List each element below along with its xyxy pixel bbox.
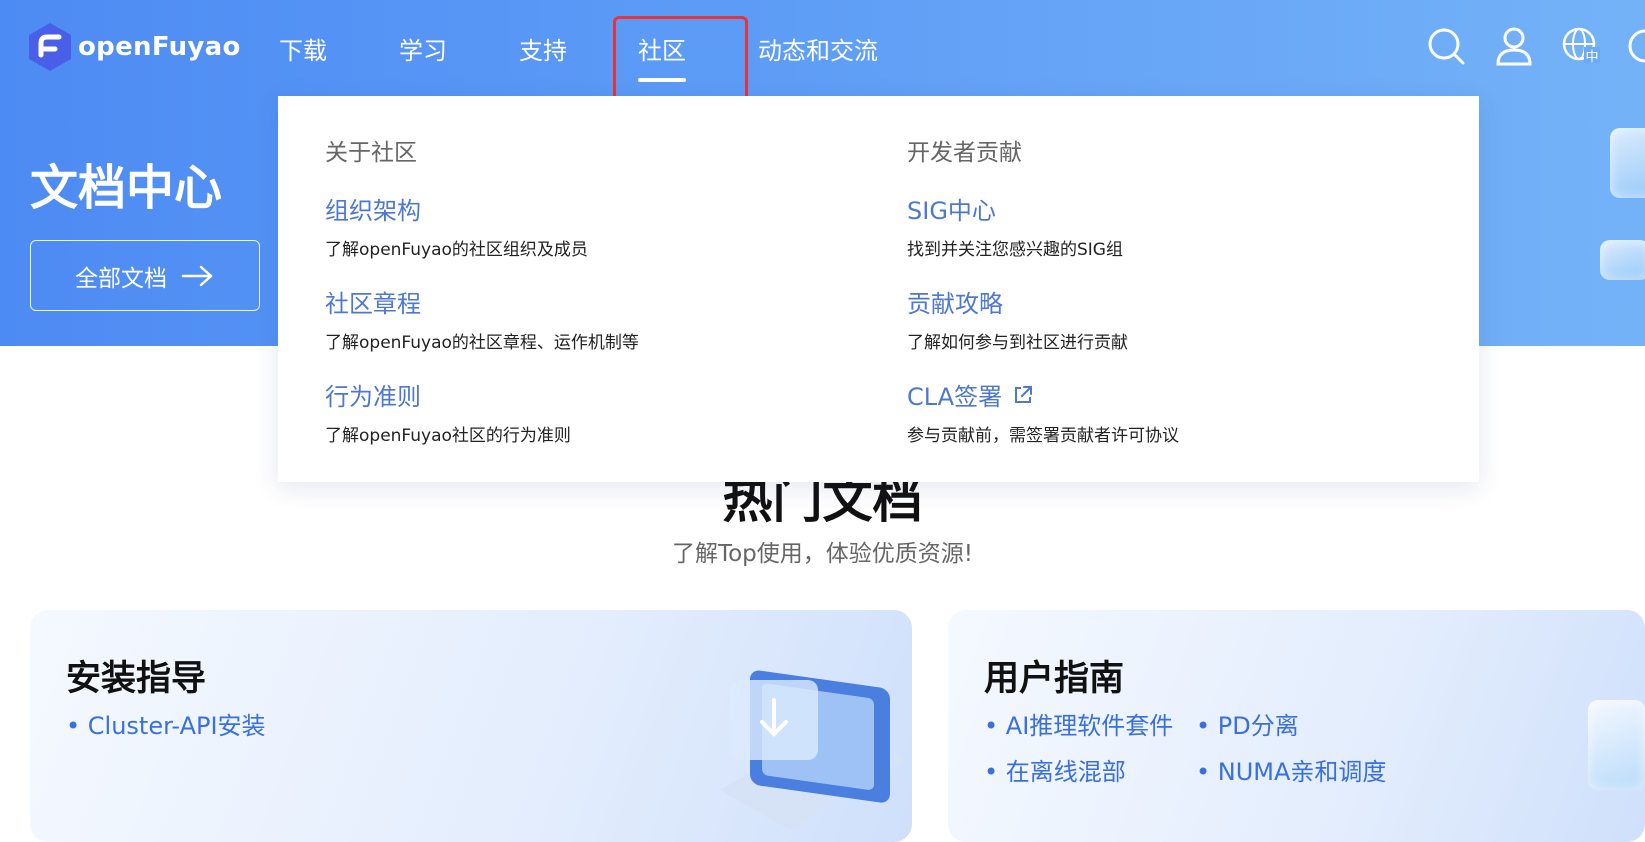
card-link-cluster-api[interactable]: • Cluster-API安装 (66, 706, 266, 741)
menu-item-cla-label: CLA签署 (907, 383, 1003, 411)
svg-text:中: 中 (1585, 50, 1598, 65)
logo-text: openFuyao (78, 32, 241, 62)
decorative-cube (1588, 700, 1645, 790)
card-install-guide[interactable]: 安装指导 • Cluster-API安装 (30, 610, 912, 842)
all-docs-label: 全部文档 (75, 265, 167, 292)
menu-item-contribution-guide[interactable]: 贡献攻略 (907, 284, 1003, 319)
page-title: 文档中心 (30, 160, 223, 216)
menu-item-desc: 参与贡献前，需签署贡献者许可协议 (907, 426, 1179, 446)
external-link-icon (1015, 385, 1033, 403)
top-navigation: openFuyao 下载 学习 支持 社区 动态和交流 中 (0, 0, 1645, 107)
globe-language-icon[interactable]: 中 (1560, 25, 1602, 67)
all-docs-button[interactable]: 全部文档 (30, 240, 260, 311)
decorative-cube (1600, 240, 1645, 280)
dropdown-heading-about: 关于社区 (325, 140, 417, 166)
card-link-colocation[interactable]: • 在离线混部 (984, 752, 1126, 787)
highlight-annotation (613, 16, 748, 107)
card-link-numa-scheduling[interactable]: • NUMA亲和调度 (1196, 752, 1386, 787)
search-icon[interactable] (1425, 25, 1467, 67)
dropdown-heading-contribute: 开发者贡献 (907, 140, 1022, 166)
menu-item-desc: 了解如何参与到社区进行贡献 (907, 333, 1128, 353)
nav-news-and-exchange[interactable]: 动态和交流 (758, 31, 878, 66)
nav-support[interactable]: 支持 (519, 31, 567, 66)
decorative-cube (1610, 128, 1645, 198)
nav-learn[interactable]: 学习 (399, 31, 447, 66)
menu-item-cla-sign[interactable]: CLA签署 (907, 377, 1034, 412)
menu-item-charter[interactable]: 社区章程 (325, 284, 421, 319)
community-dropdown-menu: 关于社区 组织架构 了解openFuyao的社区组织及成员 社区章程 了解ope… (278, 96, 1479, 482)
menu-item-sig-center[interactable]: SIG中心 (907, 191, 996, 226)
card-title: 用户指南 (984, 659, 1125, 699)
arrow-right-icon (181, 265, 213, 286)
card-title: 安装指导 (66, 659, 207, 699)
theme-icon[interactable] (1622, 25, 1645, 67)
card-link-pd-separation[interactable]: • PD分离 (1196, 706, 1299, 741)
menu-item-desc: 找到并关注您感兴趣的SIG组 (907, 240, 1123, 260)
menu-item-desc: 了解openFuyao的社区章程、运作机制等 (325, 333, 639, 353)
nav-download[interactable]: 下载 (279, 31, 327, 66)
laptop-illustration (720, 670, 905, 830)
menu-item-code-of-conduct[interactable]: 行为准则 (325, 377, 421, 412)
card-user-guide[interactable]: 用户指南 • AI推理软件套件 • PD分离 • 在离线混部 • NUMA亲和调… (948, 610, 1645, 842)
logo[interactable]: openFuyao (28, 22, 241, 72)
logo-icon (29, 23, 71, 71)
card-link-ai-inference[interactable]: • AI推理软件套件 (984, 706, 1173, 741)
menu-item-organization[interactable]: 组织架构 (325, 191, 421, 226)
hot-docs-subtitle: 了解Top使用，体验优质资源! (671, 541, 974, 567)
user-icon[interactable] (1493, 25, 1535, 67)
menu-item-desc: 了解openFuyao的社区组织及成员 (325, 240, 588, 260)
menu-item-desc: 了解openFuyao社区的行为准则 (325, 426, 571, 446)
